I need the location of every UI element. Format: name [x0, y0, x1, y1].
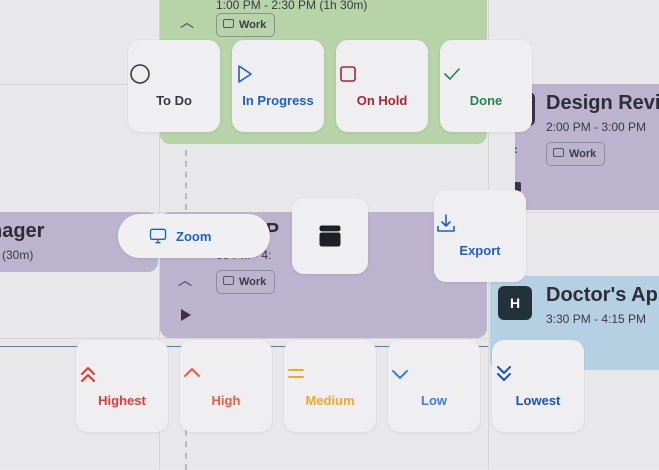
event-time: 3:30 PM - 4:15 PM — [546, 312, 647, 326]
status-done-button[interactable]: Done — [440, 40, 532, 132]
collapse-icon[interactable]: ︿ — [180, 12, 194, 32]
export-label: Export — [459, 243, 501, 258]
archive-icon — [319, 225, 341, 247]
status-in-progress-button[interactable]: In Progress — [232, 40, 324, 132]
monitor-icon — [149, 228, 167, 244]
priority-label: Highest — [98, 393, 146, 408]
check-icon — [444, 68, 460, 80]
briefcase-icon — [223, 19, 234, 28]
priority-high-button[interactable]: High — [180, 340, 272, 432]
play-icon — [238, 65, 252, 83]
event-card[interactable]: Design Revi 2:00 PM - 3:00 PM = Work — [515, 84, 659, 210]
event-title: nager — [0, 220, 45, 242]
zoom-label: Zoom — [176, 229, 212, 244]
status-label: On Hold — [356, 93, 408, 108]
event-time: 2:00 PM - 3:00 PM — [546, 120, 647, 134]
equals-icon — [288, 369, 304, 378]
briefcase-icon — [553, 148, 564, 157]
event-tag-label: Work — [239, 19, 267, 31]
priority-low-button[interactable]: Low — [388, 340, 480, 432]
event-tag[interactable]: Work — [546, 142, 606, 166]
timeline-connector — [185, 430, 187, 470]
status-label: In Progress — [242, 93, 314, 108]
archive-button[interactable] — [292, 198, 368, 274]
priority-medium-button[interactable]: Medium — [284, 340, 376, 432]
event-avatar: H — [498, 286, 532, 320]
priority-label: Low — [421, 393, 447, 408]
export-button[interactable]: Export — [434, 190, 526, 282]
event-time: 1:00 PM - 2:30 PM (1h 30m) — [216, 0, 368, 12]
square-icon — [340, 66, 356, 82]
event-tag[interactable]: Work — [216, 13, 276, 37]
briefcase-icon — [223, 276, 234, 285]
chevron-up-icon — [184, 368, 200, 377]
status-todo-button[interactable]: To Do — [128, 40, 220, 132]
timeline-connector — [185, 150, 187, 210]
priority-lowest-button[interactable]: Lowest — [492, 340, 584, 432]
export-icon — [437, 214, 455, 232]
zoom-button[interactable]: Zoom — [118, 214, 270, 258]
event-title: Design Revi — [546, 92, 659, 114]
priority-label: Medium — [305, 393, 355, 408]
event-title: Doctor's Ap — [546, 284, 658, 306]
collapse-icon[interactable]: ︿ — [178, 270, 192, 290]
event-tag-label: Work — [239, 276, 267, 288]
priority-label: High — [211, 393, 241, 408]
equals-icon: = — [515, 142, 517, 158]
status-label: Done — [469, 93, 503, 108]
chevrons-down-icon — [497, 366, 511, 381]
priority-label: Lowest — [515, 393, 561, 408]
priority-highest-button[interactable]: Highest — [76, 340, 168, 432]
chevron-down-icon — [392, 370, 408, 379]
play-icon[interactable] — [181, 309, 191, 321]
event-tag-label: Work — [569, 148, 597, 160]
status-label: To Do — [156, 93, 192, 108]
circle-icon — [130, 64, 150, 84]
event-time: (30m) — [2, 248, 34, 262]
status-on-hold-button[interactable]: On Hold — [336, 40, 428, 132]
event-tag[interactable]: Work — [216, 270, 276, 294]
chevrons-up-icon — [81, 367, 95, 382]
